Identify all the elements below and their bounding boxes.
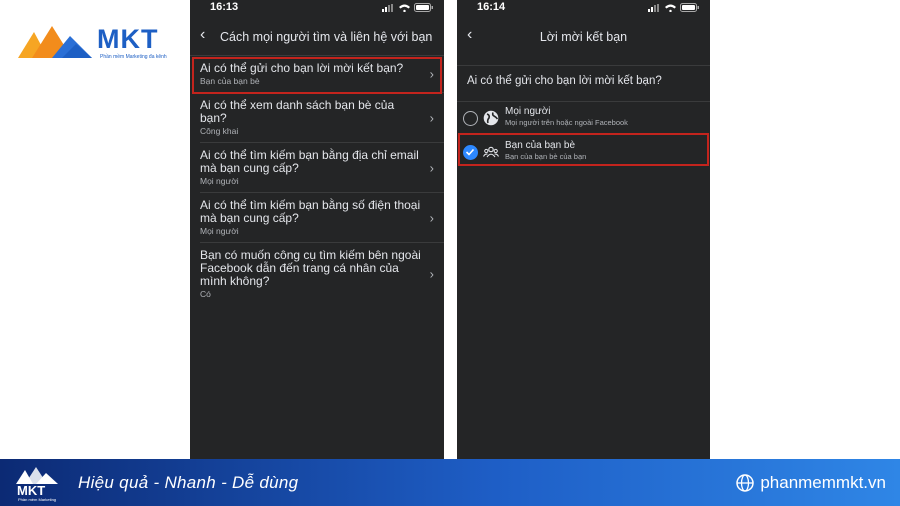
nav-bar: ‹ Lời mời kết bạn (457, 16, 710, 66)
footer-logo: MKT Phần mềm Marketing (14, 463, 62, 503)
list-item[interactable]: Ai có thể gửi cho bạn lời mời kết bạn? B… (200, 56, 444, 93)
mkt-logo: MKT Phần mềm Marketing đa kênh (18, 22, 178, 62)
radio-button-selected[interactable] (463, 145, 478, 160)
status-time: 16:14 (477, 1, 506, 13)
chevron-right-icon: › (429, 160, 434, 175)
item-question: Ai có thể xem danh sách bạn bè của bạn? (200, 98, 395, 125)
footer-logo-name: MKT (17, 483, 46, 498)
wifi-icon (399, 4, 410, 12)
radio-button[interactable] (463, 111, 478, 126)
option-title: Bạn của bạn bè (505, 140, 576, 151)
nav-title: Cách mọi người tìm và liên hệ với bạn (220, 30, 433, 44)
phone-screen-friend-requests: 16:14 ‹ Lời mời kết bạn Ai có thể gửi ch… (457, 0, 710, 459)
status-bar: 16:14 (457, 0, 710, 16)
setting-question: Ai có thể gửi cho bạn lời mời kết bạn? (457, 66, 710, 102)
status-bar: 16:13 (190, 0, 444, 16)
globe-icon (736, 474, 755, 492)
chevron-right-icon: › (429, 110, 434, 125)
item-answer: Có (200, 289, 211, 299)
chevron-right-icon: › (429, 210, 434, 225)
list-item[interactable]: Ai có thể xem danh sách bạn bè của bạn? … (200, 93, 444, 143)
globe-icon (483, 110, 499, 126)
friends-icon (483, 146, 499, 158)
slogan: Hiệu quả - Nhanh - Dễ dùng (78, 473, 299, 492)
page: MKT Phần mềm Marketing đa kênh 16:13 ‹ C… (0, 0, 900, 506)
settings-list: Ai có thể gửi cho bạn lời mời kết bạn? B… (190, 56, 444, 305)
item-question: Bạn có muốn công cụ tìm kiếm bên ngoài F… (200, 248, 421, 288)
mountain-logo-icon (16, 467, 58, 484)
item-question: Ai có thể tìm kiếm bạn bằng số điện thoạ… (200, 198, 421, 225)
option-title: Mọi người (505, 106, 551, 117)
mountain-logo-icon (18, 26, 92, 58)
nav-title: Lời mời kết bạn (539, 30, 628, 44)
chevron-right-icon: › (429, 66, 434, 82)
signal-icon (648, 3, 659, 12)
battery-icon (680, 3, 699, 12)
wifi-icon (665, 4, 676, 12)
option-friends-of-friends[interactable]: Bạn của bạn bè Bạn của bạn bè của bạn (457, 136, 710, 170)
website-link[interactable]: phanmemmkt.vn (736, 473, 886, 493)
option-subtitle: Mọi người trên hoặc ngoài Facebook (505, 118, 628, 127)
item-answer: Mọi người (200, 176, 239, 186)
website-text[interactable]: phanmemmkt.vn (760, 473, 886, 493)
battery-icon (414, 3, 433, 12)
list-item[interactable]: Ai có thể tìm kiếm bạn bằng địa chỉ emai… (200, 143, 444, 193)
nav-bar: ‹ Cách mọi người tìm và liên hệ với bạn (190, 16, 444, 56)
status-icons (648, 3, 700, 12)
item-answer: Mọi người (200, 226, 239, 236)
item-question: Ai có thể tìm kiếm bạn bằng địa chỉ emai… (200, 148, 419, 175)
status-icons (382, 3, 434, 12)
list-item[interactable]: Ai có thể tìm kiếm bạn bằng số điện thoạ… (200, 193, 444, 243)
chevron-right-icon: › (429, 266, 434, 282)
item-answer: Bạn của bạn bè (200, 76, 260, 86)
footer-banner: MKT Phần mềm Marketing Hiệu quả - Nhanh … (0, 459, 900, 506)
option-subtitle: Bạn của bạn bè của bạn (505, 152, 587, 161)
item-answer: Công khai (200, 126, 239, 136)
phone-screen-privacy: 16:13 ‹ Cách mọi người tìm và liên hệ vớ… (190, 0, 444, 459)
back-chevron-icon[interactable]: ‹ (200, 27, 205, 43)
status-time: 16:13 (210, 1, 239, 13)
checkmark-icon (465, 148, 475, 156)
option-everyone[interactable]: Mọi người Mọi người trên hoặc ngoài Face… (457, 102, 710, 136)
item-question: Ai có thể gửi cho bạn lời mời kết bạn? (200, 61, 404, 75)
logo-name: MKT (97, 24, 159, 54)
signal-icon (382, 3, 393, 12)
footer-logo-tagline: Phần mềm Marketing (18, 497, 57, 502)
logo-tagline: Phần mềm Marketing đa kênh (100, 54, 167, 60)
list-item[interactable]: Bạn có muốn công cụ tìm kiếm bên ngoài F… (200, 243, 444, 305)
